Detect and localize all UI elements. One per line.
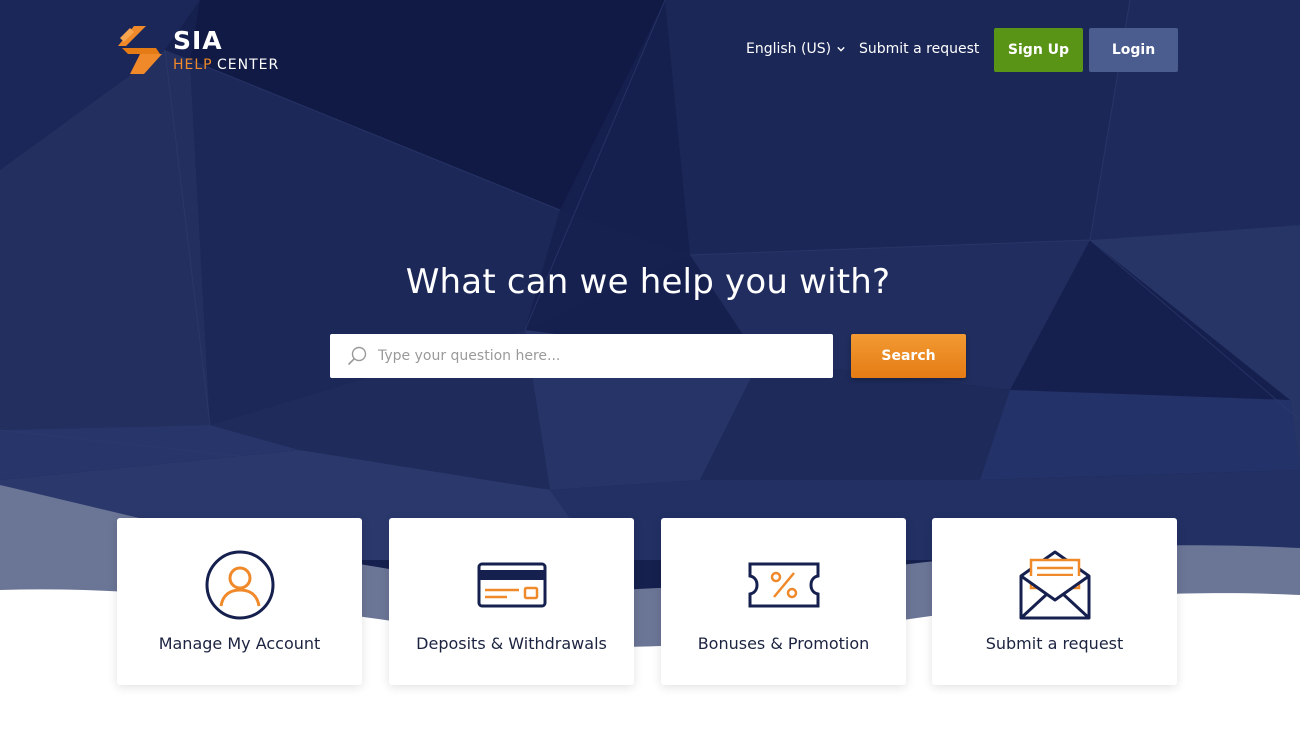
brand-logo[interactable]: SIA HELP CENTER <box>116 24 296 80</box>
credit-card-icon <box>477 562 546 608</box>
hero-headline: What can we help you with? <box>405 262 891 302</box>
category-card-manage-account[interactable]: Manage My Account <box>117 518 362 685</box>
category-label: Manage My Account <box>158 634 321 653</box>
category-label: Deposits & Withdrawals <box>416 634 607 653</box>
search-input[interactable] <box>378 334 818 378</box>
site-header: SIA HELP CENTER English (US) Submit a re… <box>0 0 1300 100</box>
category-label: Submit a request <box>985 634 1124 653</box>
envelope-icon <box>1019 550 1090 620</box>
search-button[interactable]: Search <box>851 334 966 378</box>
search-icon <box>347 346 367 366</box>
language-label: English (US) <box>746 41 832 57</box>
header-submit-request-link[interactable]: Submit a request <box>859 41 979 57</box>
sign-up-button[interactable]: Sign Up <box>994 28 1083 72</box>
language-selector[interactable]: English (US) <box>746 41 845 57</box>
sia-logo-mark-icon <box>118 26 162 74</box>
login-button[interactable]: Login <box>1089 28 1178 72</box>
chevron-down-icon <box>837 46 845 52</box>
brand-name: SIA <box>173 26 223 55</box>
brand-sub-help: HELP <box>173 57 213 73</box>
category-label: Bonuses & Promotion <box>697 634 870 653</box>
category-card-bonuses-promotion[interactable]: Bonuses & Promotion <box>661 518 906 685</box>
category-card-deposits-withdrawals[interactable]: Deposits & Withdrawals <box>389 518 634 685</box>
brand-sub-center: CENTER <box>217 57 280 73</box>
coupon-percent-icon <box>748 562 819 608</box>
category-card-submit-request[interactable]: Submit a request <box>932 518 1177 685</box>
user-account-icon <box>205 550 274 620</box>
search-field[interactable] <box>330 334 833 378</box>
